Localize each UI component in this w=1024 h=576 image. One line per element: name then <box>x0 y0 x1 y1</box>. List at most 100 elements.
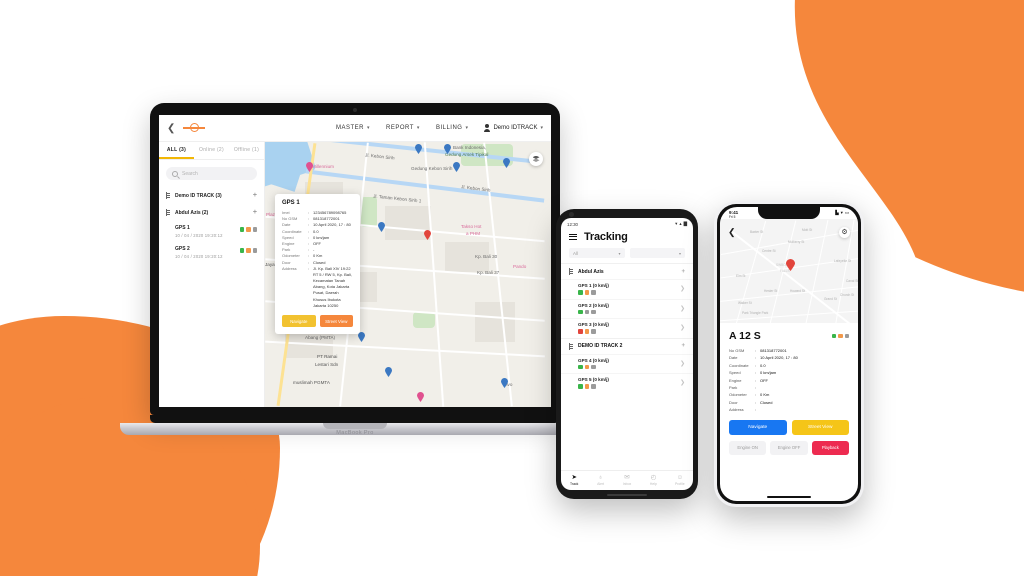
list-group-abdul-azis[interactable]: Abdul Azis + <box>561 263 693 279</box>
webcam-icon <box>353 108 357 112</box>
back-icon[interactable]: ❮ <box>167 123 181 134</box>
sidebar-group-abdul-azis[interactable]: Abdul Azis (2) + <box>159 204 264 221</box>
list-item[interactable]: GPS 2 10 / 04 / 2020 19:20:12 <box>159 242 264 263</box>
list-item[interactable]: GPS 5 (0 km/j) ❯ <box>561 373 693 393</box>
list-item[interactable]: GPS 3 (0 km/j) ❯ <box>561 318 693 338</box>
detail-key: Door <box>729 399 738 405</box>
tab-offline[interactable]: Offline (1) <box>229 142 264 159</box>
map-pin[interactable] <box>385 367 392 377</box>
hamburger-menu-icon[interactable] <box>569 234 577 240</box>
list-item[interactable]: GPS 4 (0 km/j) ❯ <box>561 353 693 374</box>
detail-value: OFF <box>760 377 768 383</box>
tab-all[interactable]: ALL (3) <box>159 142 194 159</box>
tab-inbox[interactable]: ✉ Inbox <box>614 473 640 486</box>
status-offline-icon <box>578 329 583 334</box>
tab-profile[interactable]: ☺ Profile <box>667 474 693 486</box>
front-camera-icon <box>569 212 574 217</box>
map-label: Elm St <box>736 274 746 278</box>
nav-item-report[interactable]: REPORT ▾ <box>386 125 420 131</box>
engine-on-button[interactable]: Engine ON <box>729 440 767 455</box>
expand-icon[interactable]: + <box>681 343 685 349</box>
list-item[interactable]: GPS 1 10 / 04 / 2020 19:20:12 <box>159 221 264 242</box>
chevron-right-icon[interactable]: ❯ <box>680 379 685 386</box>
map-road <box>804 220 829 323</box>
status-icons: ▙ ▾ ▭ <box>835 210 849 216</box>
iphone-frame: 9:41 Fri 5 ▙ ▾ ▭ Baxter St Mott St Mulbe… <box>717 204 861 504</box>
detail-key: Date <box>729 355 738 361</box>
gear-icon: ⚙ <box>841 229 848 236</box>
map-label: Baxter St <box>750 230 764 234</box>
page-title: Tracking <box>584 231 628 243</box>
map-block <box>475 302 515 342</box>
nav-item-master[interactable]: MASTER ▾ <box>336 125 370 131</box>
map-pin[interactable] <box>417 392 424 402</box>
user-menu[interactable]: Demo IDTRACK ▾ <box>484 124 543 132</box>
engine-off-button[interactable]: Engine OFF <box>770 440 808 455</box>
earpiece-speaker <box>592 212 662 217</box>
map-pin-selected[interactable] <box>786 259 795 271</box>
tab-alert[interactable]: ♁ Alert <box>587 474 613 486</box>
map-pin[interactable] <box>415 144 422 154</box>
map-label: Grand St <box>824 297 837 301</box>
vehicle-type-icon <box>252 248 257 253</box>
navigate-button[interactable]: Navigate <box>282 315 316 327</box>
list-item[interactable]: GPS 2 (0 km/j) ❯ <box>561 298 693 319</box>
expand-icon[interactable]: + <box>681 269 685 275</box>
detail-value: 0 km/jam <box>760 370 777 376</box>
map-label: Lestari Sdn <box>315 362 339 367</box>
map-settings-button[interactable]: ⚙ <box>839 227 850 238</box>
map-pin[interactable] <box>453 162 460 172</box>
envelope-icon: ✉ <box>624 473 630 481</box>
list-item[interactable]: GPS 1 (0 km/j) ❯ <box>561 279 693 299</box>
map-pin[interactable] <box>503 158 510 168</box>
map-canvas[interactable]: Bank Indonesia, Gedung Arsek Tipikal Ged… <box>265 142 551 407</box>
back-icon[interactable]: ❮ <box>728 228 736 237</box>
search-placeholder: Search <box>182 170 198 177</box>
chevron-right-icon[interactable]: ❯ <box>680 305 685 312</box>
tab-track[interactable]: ➤ Track <box>561 474 587 486</box>
battery-icon: ▭ <box>844 210 849 215</box>
signal-icon: ▙ <box>835 210 839 215</box>
map-pin[interactable] <box>306 162 313 172</box>
map-pin-selected[interactable] <box>424 230 431 240</box>
street-view-button[interactable]: Street View <box>319 315 353 327</box>
chevron-right-icon[interactable]: ❯ <box>680 324 685 331</box>
tab-help[interactable]: ◴ Help <box>640 474 666 487</box>
filter-select-group[interactable]: ▾ <box>629 248 685 258</box>
map-pin[interactable] <box>444 144 451 154</box>
nav-label-billing: BILLING <box>435 125 463 131</box>
filter-select-status[interactable]: All ▾ <box>569 248 625 258</box>
map-layers-button[interactable] <box>529 152 543 166</box>
tab-online[interactable]: Online (2) <box>194 142 229 159</box>
chevron-right-icon[interactable]: ❯ <box>680 285 685 292</box>
sidebar-group-demo-id-track[interactable]: Demo ID TRACK (3) + <box>159 187 264 204</box>
tab-label: Help <box>649 482 657 487</box>
vehicle-type-icon <box>591 364 596 369</box>
expand-icon[interactable]: + <box>253 209 257 216</box>
chevron-right-icon[interactable]: ❯ <box>680 360 685 367</box>
playback-button[interactable]: Playback <box>811 440 849 455</box>
macbook-model-label: MacBook Pro <box>336 430 374 436</box>
detail-value: Closed <box>760 399 773 405</box>
macbook-base: MacBook Pro <box>120 423 590 436</box>
status-online-icon <box>578 309 583 314</box>
detail-row: Address: <box>729 406 849 413</box>
map-pin[interactable] <box>501 378 508 388</box>
map-pin[interactable] <box>358 332 365 342</box>
status-alert-icon <box>584 329 589 334</box>
iphone-map[interactable]: Baxter St Mott St Mulberry St Centre St … <box>720 219 858 323</box>
status-icons: ▾ ▴ ▇ <box>675 221 687 227</box>
map-label: Gedung Arsek Tipikal <box>445 152 489 157</box>
idtrack-logo-icon[interactable] <box>183 122 205 134</box>
vehicle-type-icon <box>844 333 849 339</box>
navigate-button[interactable]: Navigate <box>729 419 787 435</box>
map-park <box>361 197 377 227</box>
search-input[interactable]: Search <box>166 167 257 180</box>
street-view-button[interactable]: Street View <box>791 419 849 435</box>
vehicle-list[interactable]: Abdul Azis + GPS 1 (0 km/j) ❯ GPS 2 (0 k… <box>561 263 693 470</box>
expand-icon[interactable]: + <box>253 192 257 199</box>
list-group-demo-id-track-2[interactable]: DEMO ID TRACK 2 + <box>561 337 693 354</box>
detail-value: Jl. Kp. Bali XIV 19:22 RT 5 / RW 5, Kp. … <box>313 265 352 308</box>
nav-item-billing[interactable]: BILLING ▾ <box>436 125 469 131</box>
map-pin[interactable] <box>378 222 385 232</box>
